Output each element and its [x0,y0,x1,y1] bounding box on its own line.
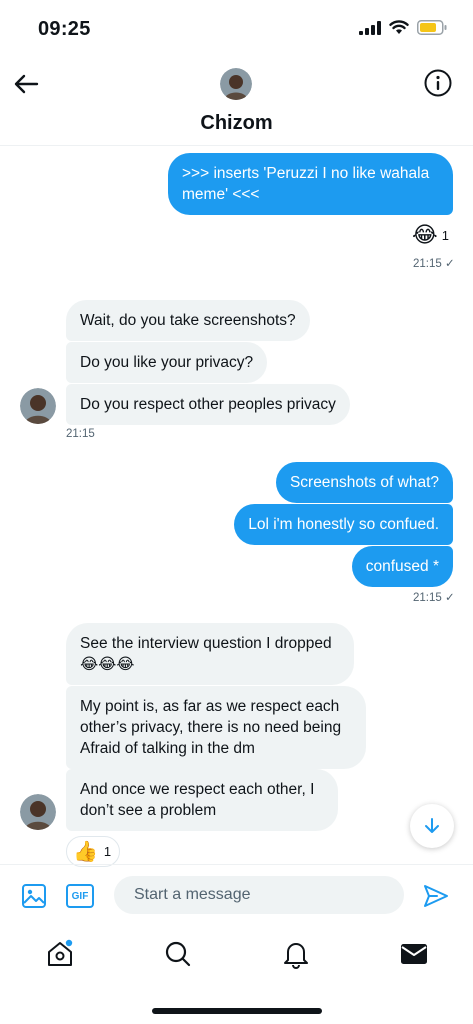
contact-avatar[interactable] [20,388,56,424]
outgoing-message[interactable]: Screenshots of what? [275,462,453,503]
message-reaction[interactable]: 😂 1 [412,222,449,248]
tab-search[interactable] [158,934,198,974]
arrow-down-icon [425,818,439,833]
info-icon [424,69,452,97]
outgoing-message[interactable]: >>> inserts 'Peruzzi I no like wahala me… [168,153,453,215]
battery-icon [417,20,447,40]
message-reaction[interactable]: 👍 1 [66,836,121,867]
status-bar: 09:25 [0,0,473,60]
tab-messages[interactable] [394,934,434,974]
home-indicator [152,1008,322,1014]
incoming-message[interactable]: And once we respect each other, I don’t … [66,769,338,831]
back-button[interactable] [10,68,42,100]
send-button[interactable] [420,880,452,912]
incoming-message[interactable]: Do you like your privacy? [66,342,268,383]
bottom-tab-bar [0,926,473,982]
reaction-count: 1 [441,227,449,243]
contact-name[interactable]: Chizom [0,112,473,135]
contact-avatar[interactable] [220,68,252,100]
arrow-left-icon [14,74,39,94]
message-list[interactable]: >>> inserts 'Peruzzi I no like wahala me… [0,146,473,867]
image-icon [22,884,46,908]
search-icon [165,941,191,967]
gif-icon: GIF [66,884,94,908]
incoming-message[interactable]: Do you respect other peoples privacy [66,384,350,425]
outgoing-message[interactable]: confused * [351,546,453,587]
message-timestamp: 21:15 ✓ [413,592,455,604]
message-composer: GIF [0,864,473,926]
gif-button[interactable]: GIF [66,882,94,910]
bell-icon [284,943,308,969]
home-icon [48,939,73,966]
reaction-count: 1 [103,844,112,859]
incoming-message[interactable]: See the interview question I dropped 😂😂😂 [66,623,354,685]
thumbs-up-emoji-icon: 👍 [73,841,98,863]
laughing-emoji-icon: 😂 [412,222,438,247]
signal-icon [359,20,381,40]
send-icon [424,885,448,907]
scroll-to-bottom-button[interactable] [410,804,454,848]
tab-notifications[interactable] [276,934,316,974]
image-button[interactable] [20,882,48,910]
envelope-icon [401,944,427,964]
conversation-header: Chizom [0,60,473,146]
tab-home[interactable] [40,934,80,974]
status-time: 09:25 [38,18,91,40]
status-icons [359,20,447,40]
message-input[interactable] [114,876,404,914]
wifi-icon [389,20,409,40]
message-timestamp: 21:15 [66,428,95,440]
message-timestamp: 21:15 ✓ [413,258,455,270]
outgoing-message[interactable]: Lol i'm honestly so confued. [234,504,453,545]
contact-avatar[interactable] [20,794,56,830]
incoming-message[interactable]: My point is, as far as we respect each o… [66,686,366,769]
incoming-message[interactable]: Wait, do you take screenshots? [66,300,310,341]
info-button[interactable] [423,68,453,98]
